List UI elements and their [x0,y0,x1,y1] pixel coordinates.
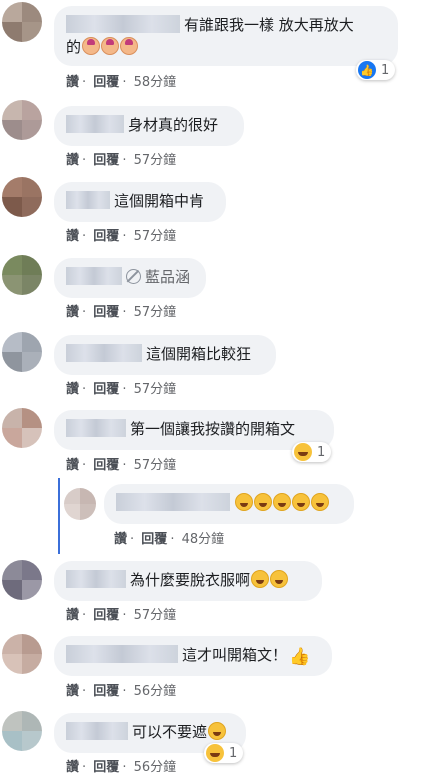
comment-actions: 讚 · 回覆 · 57分鐘 [66,305,177,320]
comment-actions: 讚 · 回覆 · 56分鐘 [66,760,177,775]
comment-text-cont: 的 [66,38,82,56]
comment-bubble: 這才叫開箱文！ 👍 [54,636,332,676]
like-link[interactable]: 讚 [66,684,79,699]
blurred-author-name[interactable] [66,115,124,133]
blurred-author-name[interactable] [66,15,180,33]
avatar[interactable] [2,100,42,140]
like-link[interactable]: 讚 [66,305,79,320]
comment-actions: 讚 · 回覆 · 57分鐘 [66,229,177,244]
tears-of-joy-icon [251,570,270,588]
reaction-summary[interactable]: 1 [292,442,332,462]
reply-link[interactable]: 回覆 [93,382,119,397]
comment-text: 身材真的很好 [128,116,219,134]
reply-link[interactable]: 回覆 [93,458,119,473]
like-link[interactable]: 讚 [66,382,79,397]
reaction-summary[interactable]: 👍 1 [356,60,396,80]
reply-link[interactable]: 回覆 [93,684,119,699]
reply-link[interactable]: 回覆 [141,532,167,547]
comment-bubble: 第一個讓我按讚的開箱文 [54,410,334,450]
grinning-icon [273,493,291,511]
reaction-count: 1 [317,444,326,460]
mention-name[interactable]: 藍品涵 [145,268,190,286]
reply-bubble [104,484,354,524]
comment-actions: 讚 · 回覆 · 57分鐘 [66,458,177,473]
timestamp[interactable]: 57分鐘 [134,229,177,244]
like-link[interactable]: 讚 [66,458,79,473]
like-link[interactable]: 讚 [66,75,79,90]
timestamp[interactable]: 57分鐘 [134,458,177,473]
comment-text: 這個開箱中肯 [114,192,205,210]
blurred-author-name[interactable] [66,191,110,209]
comment-text: 為什麼要脫衣服啊 [130,571,251,589]
like-link[interactable]: 讚 [66,608,79,623]
haha-icon [294,443,312,461]
tears-of-joy-icon [208,722,227,740]
reply-link[interactable]: 回覆 [93,305,119,320]
blurred-author-name[interactable] [66,645,178,663]
comment-text: 第一個讓我按讚的開箱文 [130,420,296,438]
avatar[interactable] [2,2,42,42]
reaction-count: 1 [381,62,390,78]
thumbs-up-icon: 👍 [289,647,311,667]
reply-link[interactable]: 回覆 [93,153,119,168]
avatar[interactable] [64,488,96,520]
person-gesturing-ok-icon [120,37,139,55]
grinning-icon [254,493,272,511]
comment-text: 這個開箱比較狂 [146,345,252,363]
timestamp[interactable]: 57分鐘 [134,608,177,623]
like-icon: 👍 [358,61,376,79]
timestamp[interactable]: 56分鐘 [134,684,177,699]
comment-bubble: 這個開箱中肯 [54,182,226,222]
tears-of-joy-icon [270,570,289,588]
comment-text: 這才叫開箱文！ [182,646,288,664]
haha-icon [206,744,224,762]
timestamp[interactable]: 48分鐘 [182,532,225,547]
timestamp[interactable]: 58分鐘 [134,75,177,90]
like-link[interactable]: 讚 [66,229,79,244]
reaction-summary[interactable]: 1 [204,743,244,763]
comment-actions: 讚 · 回覆 · 58分鐘 [66,75,177,90]
grinning-icon [292,493,310,511]
blurred-author-name[interactable] [66,570,126,588]
avatar[interactable] [2,634,42,674]
avatar[interactable] [2,177,42,217]
avatar[interactable] [2,560,42,600]
like-link[interactable]: 讚 [114,532,127,547]
timestamp[interactable]: 57分鐘 [134,305,177,320]
grinning-icon [311,493,329,511]
blurred-author-name[interactable] [66,344,142,362]
comment-text: 有誰跟我一樣 放大再放大 [184,16,354,34]
blurred-author-name[interactable] [66,722,128,740]
blurred-author-name[interactable] [66,267,122,285]
like-link[interactable]: 讚 [66,153,79,168]
grinning-icon [235,493,253,511]
reply-link[interactable]: 回覆 [93,75,119,90]
comment-bubble: 有誰跟我一樣 放大再放大 的 [54,6,398,66]
reaction-count: 1 [229,745,238,761]
comment-bubble: 藍品涵 [54,258,206,298]
comment-bubble: 身材真的很好 [54,106,244,146]
hidden-mention-icon [126,269,141,284]
avatar[interactable] [2,711,42,751]
comment-actions: 讚 · 回覆 · 57分鐘 [66,153,177,168]
person-gesturing-ok-icon [101,37,120,55]
comment-bubble: 為什麼要脫衣服啊 [54,561,322,601]
avatar[interactable] [2,332,42,372]
avatar[interactable] [2,408,42,448]
reply-link[interactable]: 回覆 [93,608,119,623]
reply-thread-line [58,478,60,554]
comment-bubble: 這個開箱比較狂 [54,335,276,375]
comment-actions: 讚 · 回覆 · 57分鐘 [66,382,177,397]
blurred-author-name[interactable] [116,493,230,511]
avatar[interactable] [2,255,42,295]
reply-actions: 讚 · 回覆 · 48分鐘 [114,532,225,547]
blurred-author-name[interactable] [66,419,126,437]
comment-text: 可以不要遮 [132,723,208,741]
timestamp[interactable]: 57分鐘 [134,382,177,397]
comment-actions: 讚 · 回覆 · 57分鐘 [66,608,177,623]
person-gesturing-ok-icon [82,37,101,55]
reply-link[interactable]: 回覆 [93,229,119,244]
comment-actions: 讚 · 回覆 · 56分鐘 [66,684,177,699]
timestamp[interactable]: 57分鐘 [134,153,177,168]
